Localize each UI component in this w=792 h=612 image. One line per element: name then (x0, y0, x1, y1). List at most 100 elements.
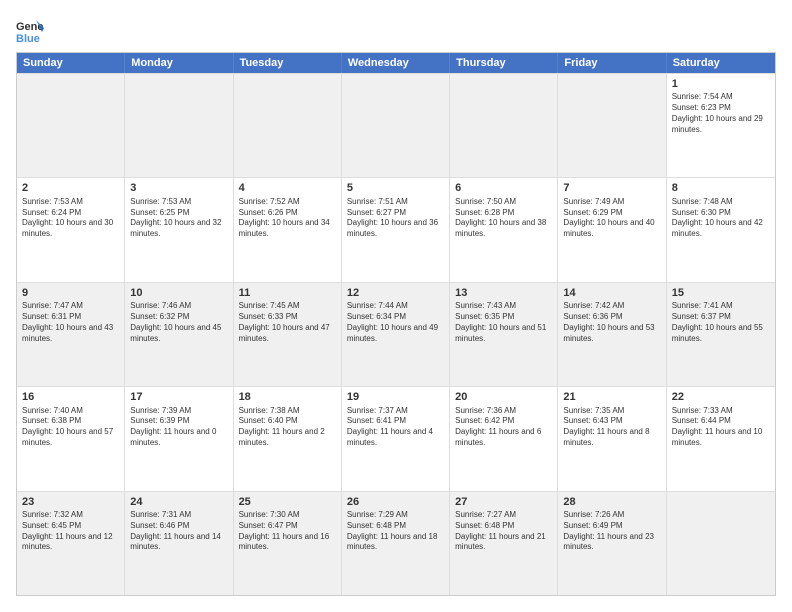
page: General Blue SundayMondayTuesdayWednesda… (0, 0, 792, 612)
day-info: Sunrise: 7:52 AM Sunset: 6:26 PM Dayligh… (239, 197, 336, 240)
day-cell-25: 25Sunrise: 7:30 AM Sunset: 6:47 PM Dayli… (234, 492, 342, 595)
day-info: Sunrise: 7:33 AM Sunset: 6:44 PM Dayligh… (672, 406, 770, 449)
calendar-row-4: 23Sunrise: 7:32 AM Sunset: 6:45 PM Dayli… (17, 491, 775, 595)
day-info: Sunrise: 7:51 AM Sunset: 6:27 PM Dayligh… (347, 197, 444, 240)
day-number: 3 (130, 181, 227, 195)
day-number: 14 (563, 286, 660, 300)
day-info: Sunrise: 7:26 AM Sunset: 6:49 PM Dayligh… (563, 510, 660, 553)
day-number: 20 (455, 390, 552, 404)
header-day-friday: Friday (558, 53, 666, 73)
empty-cell-0-3 (342, 74, 450, 177)
svg-text:Blue: Blue (16, 33, 40, 44)
day-cell-22: 22Sunrise: 7:33 AM Sunset: 6:44 PM Dayli… (667, 387, 775, 490)
day-number: 25 (239, 495, 336, 509)
day-cell-9: 9Sunrise: 7:47 AM Sunset: 6:31 PM Daylig… (17, 283, 125, 386)
day-cell-20: 20 Sunrise: 7:36 AM Sunset: 6:42 PM Dayli… (450, 387, 558, 490)
day-info: Sunrise: 7:50 AM Sunset: 6:28 PM Dayligh… (455, 197, 552, 240)
day-number: 2 (22, 181, 119, 195)
day-info: Sunrise: 7:40 AM Sunset: 6:38 PM Dayligh… (22, 406, 119, 449)
empty-cell-0-1 (125, 74, 233, 177)
day-number: 23 (22, 495, 119, 509)
day-number: 10 (130, 286, 227, 300)
day-info: Sunrise: 7:39 AM Sunset: 6:39 PM Dayligh… (130, 406, 227, 449)
day-info: Sunrise: 7:29 AM Sunset: 6:48 PM Dayligh… (347, 510, 444, 553)
day-info: Sunrise: 7:43 AM Sunset: 6:35 PM Dayligh… (455, 301, 552, 344)
day-cell-5: 5 Sunrise: 7:51 AM Sunset: 6:27 PM Daylig… (342, 178, 450, 281)
empty-cell-0-2 (234, 74, 342, 177)
day-cell-21: 21Sunrise: 7:35 AM Sunset: 6:43 PM Dayli… (558, 387, 666, 490)
day-info: Sunrise: 7:47 AM Sunset: 6:31 PM Dayligh… (22, 301, 119, 344)
day-cell-2: 2 Sunrise: 7:53 AM Sunset: 6:24 PM Daylig… (17, 178, 125, 281)
day-cell-11: 11Sunrise: 7:45 AM Sunset: 6:33 PM Dayli… (234, 283, 342, 386)
day-number: 13 (455, 286, 552, 300)
day-number: 28 (563, 495, 660, 509)
calendar-row-0: 1Sunrise: 7:54 AM Sunset: 6:23 PM Daylig… (17, 73, 775, 177)
empty-cell-4-6 (667, 492, 775, 595)
day-number: 6 (455, 181, 552, 195)
day-cell-26: 26Sunrise: 7:29 AM Sunset: 6:48 PM Dayli… (342, 492, 450, 595)
day-number: 26 (347, 495, 444, 509)
day-number: 5 (347, 181, 444, 195)
day-info: Sunrise: 7:45 AM Sunset: 6:33 PM Dayligh… (239, 301, 336, 344)
day-cell-19: 19 Sunrise: 7:37 AM Sunset: 6:41 PM Dayli… (342, 387, 450, 490)
day-number: 19 (347, 390, 444, 404)
day-info: Sunrise: 7:48 AM Sunset: 6:30 PM Dayligh… (672, 197, 770, 240)
header-day-thursday: Thursday (450, 53, 558, 73)
day-cell-12: 12Sunrise: 7:44 AM Sunset: 6:34 PM Dayli… (342, 283, 450, 386)
day-number: 15 (672, 286, 770, 300)
calendar-body: 1Sunrise: 7:54 AM Sunset: 6:23 PM Daylig… (17, 73, 775, 595)
day-cell-14: 14Sunrise: 7:42 AM Sunset: 6:36 PM Dayli… (558, 283, 666, 386)
header-day-sunday: Sunday (17, 53, 125, 73)
calendar-row-2: 9Sunrise: 7:47 AM Sunset: 6:31 PM Daylig… (17, 282, 775, 386)
header-day-monday: Monday (125, 53, 233, 73)
day-info: Sunrise: 7:54 AM Sunset: 6:23 PM Dayligh… (672, 92, 770, 135)
day-cell-13: 13Sunrise: 7:43 AM Sunset: 6:35 PM Dayli… (450, 283, 558, 386)
header-day-saturday: Saturday (667, 53, 775, 73)
day-cell-3: 3 Sunrise: 7:53 AM Sunset: 6:25 PM Daylig… (125, 178, 233, 281)
day-number: 18 (239, 390, 336, 404)
calendar: SundayMondayTuesdayWednesdayThursdayFrid… (16, 52, 776, 596)
day-info: Sunrise: 7:32 AM Sunset: 6:45 PM Dayligh… (22, 510, 119, 553)
day-info: Sunrise: 7:53 AM Sunset: 6:24 PM Dayligh… (22, 197, 119, 240)
day-info: Sunrise: 7:49 AM Sunset: 6:29 PM Dayligh… (563, 197, 660, 240)
day-cell-4: 4 Sunrise: 7:52 AM Sunset: 6:26 PM Daylig… (234, 178, 342, 281)
day-info: Sunrise: 7:27 AM Sunset: 6:48 PM Dayligh… (455, 510, 552, 553)
day-cell-28: 28Sunrise: 7:26 AM Sunset: 6:49 PM Dayli… (558, 492, 666, 595)
calendar-row-3: 16Sunrise: 7:40 AM Sunset: 6:38 PM Dayli… (17, 386, 775, 490)
day-cell-23: 23Sunrise: 7:32 AM Sunset: 6:45 PM Dayli… (17, 492, 125, 595)
header-day-tuesday: Tuesday (234, 53, 342, 73)
day-info: Sunrise: 7:37 AM Sunset: 6:41 PM Dayligh… (347, 406, 444, 449)
day-number: 8 (672, 181, 770, 195)
day-info: Sunrise: 7:36 AM Sunset: 6:42 PM Dayligh… (455, 406, 552, 449)
calendar-row-1: 2 Sunrise: 7:53 AM Sunset: 6:24 PM Daylig… (17, 177, 775, 281)
day-cell-17: 17Sunrise: 7:39 AM Sunset: 6:39 PM Dayli… (125, 387, 233, 490)
day-cell-10: 10Sunrise: 7:46 AM Sunset: 6:32 PM Dayli… (125, 283, 233, 386)
day-number: 21 (563, 390, 660, 404)
day-cell-27: 27Sunrise: 7:27 AM Sunset: 6:48 PM Dayli… (450, 492, 558, 595)
day-info: Sunrise: 7:38 AM Sunset: 6:40 PM Dayligh… (239, 406, 336, 449)
day-number: 9 (22, 286, 119, 300)
day-cell-18: 18 Sunrise: 7:38 AM Sunset: 6:40 PM Dayli… (234, 387, 342, 490)
day-info: Sunrise: 7:41 AM Sunset: 6:37 PM Dayligh… (672, 301, 770, 344)
day-number: 24 (130, 495, 227, 509)
day-cell-16: 16Sunrise: 7:40 AM Sunset: 6:38 PM Dayli… (17, 387, 125, 490)
logo-icon: General Blue (16, 16, 44, 44)
day-cell-7: 7Sunrise: 7:49 AM Sunset: 6:29 PM Daylig… (558, 178, 666, 281)
day-number: 12 (347, 286, 444, 300)
day-info: Sunrise: 7:31 AM Sunset: 6:46 PM Dayligh… (130, 510, 227, 553)
logo: General Blue (16, 16, 48, 44)
day-info: Sunrise: 7:30 AM Sunset: 6:47 PM Dayligh… (239, 510, 336, 553)
day-info: Sunrise: 7:53 AM Sunset: 6:25 PM Dayligh… (130, 197, 227, 240)
day-cell-24: 24Sunrise: 7:31 AM Sunset: 6:46 PM Dayli… (125, 492, 233, 595)
day-info: Sunrise: 7:42 AM Sunset: 6:36 PM Dayligh… (563, 301, 660, 344)
day-number: 11 (239, 286, 336, 300)
empty-cell-0-5 (558, 74, 666, 177)
day-number: 4 (239, 181, 336, 195)
empty-cell-0-4 (450, 74, 558, 177)
day-cell-6: 6 Sunrise: 7:50 AM Sunset: 6:28 PM Daylig… (450, 178, 558, 281)
header-day-wednesday: Wednesday (342, 53, 450, 73)
day-info: Sunrise: 7:46 AM Sunset: 6:32 PM Dayligh… (130, 301, 227, 344)
day-info: Sunrise: 7:44 AM Sunset: 6:34 PM Dayligh… (347, 301, 444, 344)
day-cell-1: 1Sunrise: 7:54 AM Sunset: 6:23 PM Daylig… (667, 74, 775, 177)
calendar-header: SundayMondayTuesdayWednesdayThursdayFrid… (17, 53, 775, 73)
